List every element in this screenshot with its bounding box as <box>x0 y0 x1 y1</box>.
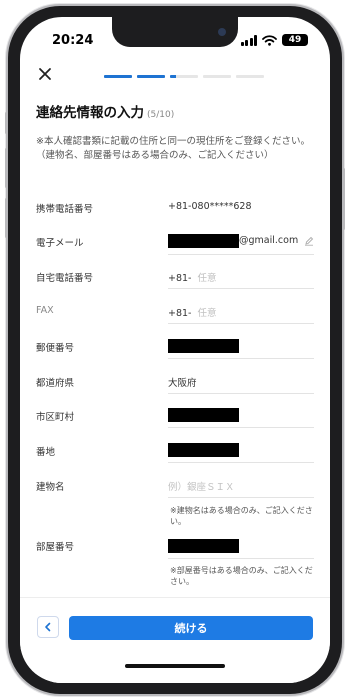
front-camera <box>218 28 226 36</box>
email-label: 電子メール <box>36 238 84 249</box>
email-underline <box>168 254 314 255</box>
email-redacted[interactable] <box>168 234 239 248</box>
postal-underline <box>168 358 314 359</box>
prefecture-underline <box>168 393 314 394</box>
address-note: ※本人確認書類に記載の住所と同一の現住所をご登録ください。（建物名、部屋番号はあ… <box>36 136 310 161</box>
building-input[interactable]: 例）銀座ＳＩＸ <box>168 479 235 493</box>
postal-redacted[interactable] <box>168 339 239 353</box>
step-counter: (5/10) <box>147 110 175 120</box>
back-button[interactable] <box>37 616 59 638</box>
step-progress <box>104 75 264 78</box>
prefecture-label: 都道府県 <box>36 378 75 389</box>
home-indicator <box>125 664 225 668</box>
pencil-icon[interactable] <box>304 236 314 246</box>
battery-icon: 49 <box>282 34 308 46</box>
chevron-left-icon <box>45 622 51 632</box>
home-phone-field[interactable]: +81- 任意 <box>168 270 217 284</box>
page-title-text: 連絡先情報の入力 <box>36 105 144 121</box>
building-hint: ※建物名はある場合のみ、ご記入ください。 <box>170 506 313 526</box>
status-time: 20:24 <box>52 33 94 48</box>
mobile-value: +81-080*****628 <box>168 201 252 212</box>
room-label: 部屋番号 <box>36 542 75 553</box>
street-label: 番地 <box>36 447 56 458</box>
room-redacted[interactable] <box>168 539 239 553</box>
building-label: 建物名 <box>36 482 65 493</box>
home-phone-placeholder: 任意 <box>197 273 217 284</box>
mobile-label: 携帯電話番号 <box>36 204 94 215</box>
progress-segment <box>104 75 132 78</box>
progress-segment <box>203 75 231 78</box>
continue-button[interactable]: 続ける <box>69 616 313 640</box>
phone-side-button <box>5 148 8 188</box>
app-screen: 20:24 49 連絡先情報の入力 (5/10) ※本人確認書類に記載の住所と同一… <box>20 17 330 683</box>
city-redacted[interactable] <box>168 408 239 422</box>
bottom-action-bar: 続ける <box>20 597 330 683</box>
building-underline <box>168 497 314 498</box>
signal-icon <box>240 34 257 46</box>
city-label: 市区町村 <box>36 412 75 423</box>
fax-placeholder: 任意 <box>197 308 217 319</box>
progress-segment-current <box>170 75 198 78</box>
progress-segment <box>137 75 165 78</box>
phone-side-button <box>5 198 8 238</box>
progress-segment <box>236 75 264 78</box>
notch <box>112 17 238 47</box>
email-domain: @gmail.com <box>239 235 299 246</box>
city-underline <box>168 427 314 428</box>
phone-side-button <box>5 112 8 134</box>
fax-prefix: +81- <box>168 308 192 319</box>
phone-side-button <box>342 168 345 230</box>
room-underline <box>168 558 314 559</box>
fax-label: FAX <box>36 305 54 316</box>
street-redacted[interactable] <box>168 443 239 457</box>
home-phone-underline <box>168 288 314 289</box>
status-icons: 49 <box>240 33 308 47</box>
page-title: 連絡先情報の入力 (5/10) <box>36 101 174 121</box>
prefecture-value[interactable]: 大阪府 <box>168 375 197 389</box>
room-hint: ※部屋番号はある場合のみ、ご記入ください。 <box>170 566 313 586</box>
fax-field[interactable]: +81- 任意 <box>168 305 217 319</box>
wifi-icon <box>262 34 277 46</box>
street-underline <box>168 462 314 463</box>
close-icon[interactable] <box>36 65 54 83</box>
postal-label: 郵便番号 <box>36 343 75 354</box>
home-phone-label: 自宅電話番号 <box>36 273 94 284</box>
fax-underline <box>168 323 314 324</box>
home-phone-prefix: +81- <box>168 273 192 284</box>
